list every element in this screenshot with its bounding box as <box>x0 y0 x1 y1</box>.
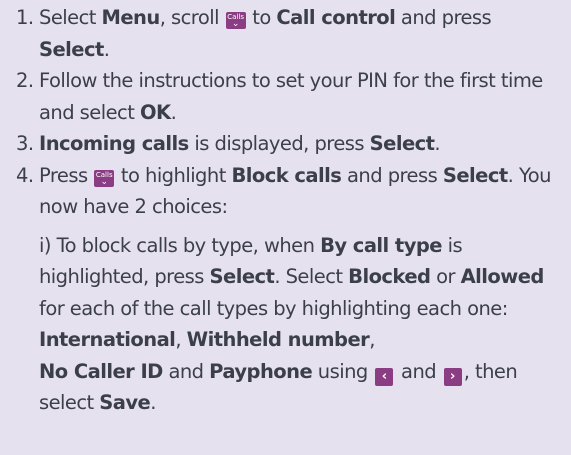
step-text: is displayed, press <box>188 132 370 155</box>
calls-scroll-down-key-icon: Calls ⌄ <box>94 169 115 187</box>
right-arrow-key-icon: › <box>443 367 462 386</box>
allowed-label: Allowed <box>460 265 545 288</box>
ok-label: OK <box>139 100 171 124</box>
withheld-number-label: Withheld number <box>186 328 370 351</box>
step-text: using <box>312 359 374 383</box>
international-label: International <box>39 328 176 351</box>
select-label: Select <box>209 265 275 288</box>
step-text: . <box>150 391 156 414</box>
instruction-list: 1. Select Menu, scroll Calls ⌄ to Call co… <box>16 2 566 419</box>
select-label: Select <box>369 132 435 155</box>
payphone-label: Payphone <box>209 359 313 383</box>
step-text: , scroll <box>159 6 225 29</box>
step-text: . <box>170 100 177 124</box>
incoming-calls-label: Incoming calls <box>39 132 189 155</box>
step-number: 1. <box>16 6 34 29</box>
step-text: to <box>246 6 277 29</box>
chevron-down-icon: ⌄ <box>100 176 108 187</box>
step-text: Select <box>39 6 102 29</box>
calls-scroll-down-key-icon: Calls ⌄ <box>225 12 246 29</box>
step-number: 4. <box>16 163 34 187</box>
step-number: 3. <box>16 132 34 155</box>
step-text: i) To block calls by type, when <box>39 233 321 257</box>
step-text: and press <box>395 6 492 29</box>
step-4: 4. Press Calls ⌄ to highlight Block calls… <box>16 160 566 419</box>
step-text: Follow the instructions to set your PIN … <box>39 69 543 124</box>
step-text: , <box>175 328 187 351</box>
choice-i: i) To block calls by type, when By call … <box>39 230 566 419</box>
step-number: 2. <box>16 69 34 92</box>
step-1: 1. Select Menu, scroll Calls ⌄ to Call co… <box>16 2 566 65</box>
step-text: . <box>103 37 110 61</box>
select-label: Select <box>442 163 508 187</box>
step-text: . <box>434 132 441 155</box>
block-calls-label: Block calls <box>231 163 342 187</box>
call-control-label: Call control <box>276 6 396 29</box>
by-call-type-label: By call type <box>320 233 442 257</box>
menu-label: Menu <box>101 6 161 29</box>
step-text: for each of the call types by highlighti… <box>39 296 508 320</box>
no-caller-id-label: No Caller ID <box>39 359 163 383</box>
step-text: to highlight <box>115 163 232 187</box>
chevron-down-icon: ⌄ <box>231 19 240 29</box>
step-text: . Select <box>274 265 349 288</box>
select-label: Select <box>39 37 104 61</box>
step-2: 2. Follow the instructions to set your P… <box>16 65 566 128</box>
step-text: and <box>162 359 210 383</box>
step-text: Press <box>39 163 94 187</box>
save-label: Save <box>99 391 151 414</box>
step-text: , <box>369 328 375 351</box>
left-arrow-key-icon: ‹ <box>375 367 394 386</box>
step-text: and <box>395 359 442 383</box>
blocked-label: Blocked <box>348 265 431 288</box>
step-text: or <box>430 265 461 288</box>
step-text: and press <box>341 163 443 187</box>
step-3: 3. Incoming calls is displayed, press Se… <box>16 128 566 160</box>
